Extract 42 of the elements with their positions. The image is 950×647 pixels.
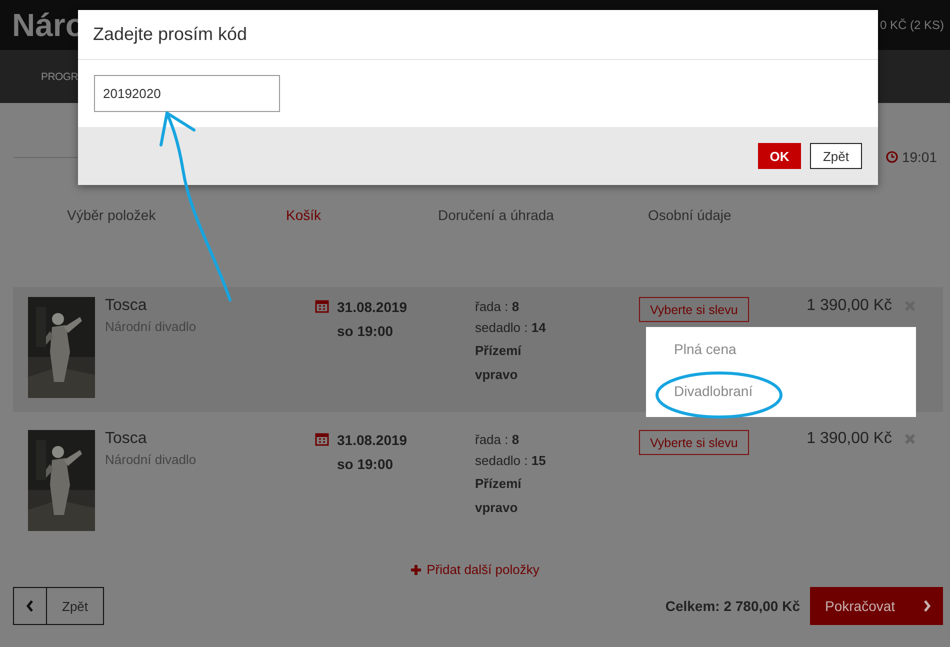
- calendar-icon: [315, 432, 329, 446]
- discount-button[interactable]: Vyberte si slevu: [639, 297, 749, 322]
- show-title: Tosca: [105, 297, 148, 315]
- step-label[interactable]: Doručení a úhrada: [438, 207, 648, 223]
- section-text: Přízemí vpravo: [475, 342, 522, 384]
- time-text: so 19:00: [337, 322, 394, 341]
- dialog-title: Zadejte prosím kód: [93, 24, 248, 45]
- show-title: Tosca: [105, 430, 148, 448]
- timer-text: 19:01: [902, 149, 937, 165]
- calendar-icon: [315, 299, 329, 313]
- ok-button[interactable]: OK: [758, 143, 801, 169]
- chevron-right-icon: [923, 600, 931, 612]
- nav-item[interactable]: PROGR: [41, 70, 78, 82]
- code-input[interactable]: 20192020: [94, 75, 280, 112]
- step-label[interactable]: Výběr položek: [67, 207, 286, 223]
- clock-icon: [886, 151, 898, 163]
- date-text: 31.08.2019: [337, 298, 408, 317]
- back-label: Zpět: [61, 598, 90, 616]
- continue-label: Pokračovat: [825, 598, 896, 614]
- total-text: Celkem: 2 780,00 Kč: [665, 598, 800, 614]
- plus-icon: [410, 564, 421, 574]
- chevron-left-icon: [26, 600, 34, 612]
- time-text: so 19:00: [337, 455, 394, 474]
- cancel-button[interactable]: Zpět: [810, 143, 862, 169]
- cart-summary[interactable]: 0 KČ (2 KS): [880, 18, 944, 32]
- close-icon[interactable]: [904, 433, 916, 445]
- section-text: Přízemí vpravo: [475, 475, 522, 517]
- continue-button[interactable]: Pokračovat: [810, 587, 943, 625]
- price-text: 1 390,00 Kč: [806, 297, 892, 316]
- row-text: řada : 8: [475, 298, 520, 316]
- price-text: 1 390,00 Kč: [806, 430, 892, 449]
- back-button[interactable]: Zpět: [13, 587, 104, 625]
- row-text: řada : 8: [475, 431, 520, 449]
- discount-button[interactable]: Vyberte si slevu: [639, 430, 749, 455]
- venue-text: Národní divadlo: [105, 452, 198, 467]
- seat-text: sedadlo : 15: [475, 452, 547, 470]
- menu-option[interactable]: Plná cena: [674, 341, 916, 357]
- date-text: 31.08.2019: [337, 431, 408, 450]
- menu-option[interactable]: Divadlobraní: [674, 383, 916, 399]
- seat-text: sedadlo : 14: [475, 319, 547, 337]
- step-label[interactable]: Osobní údaje: [648, 207, 858, 223]
- step-label[interactable]: Košík: [286, 207, 438, 223]
